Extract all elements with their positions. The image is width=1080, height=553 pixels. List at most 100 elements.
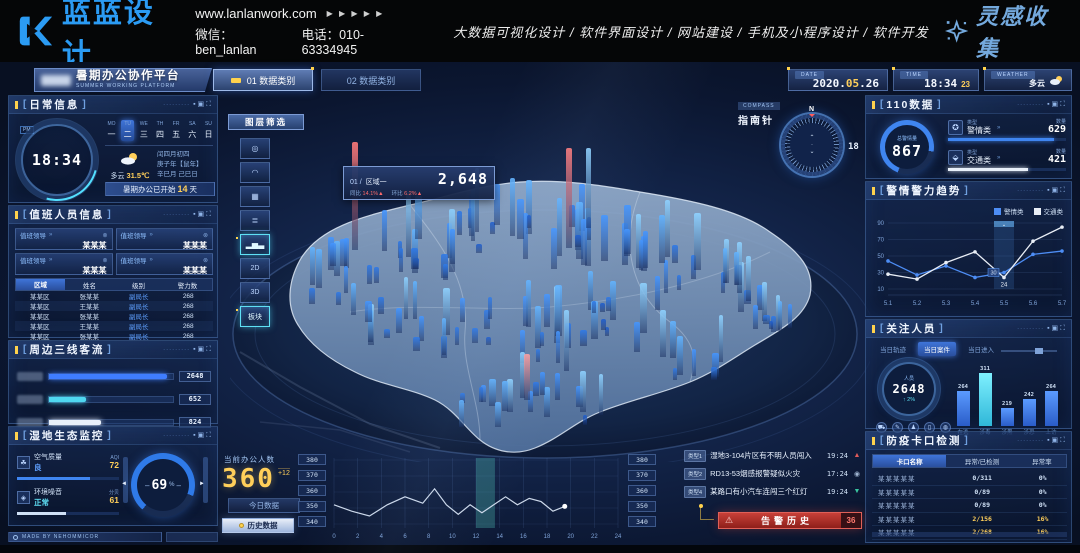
- duty-leader-card[interactable]: 值班领导»⊗某某某: [15, 228, 113, 250]
- svg-text:8: 8: [427, 534, 431, 540]
- svg-text:70: 70: [877, 238, 884, 244]
- svg-text:16: 16: [520, 534, 527, 540]
- arrows-decoration: ▶ ▶ ▶ ▶ ▶: [327, 9, 385, 18]
- layer-filter-title: 图层筛选: [228, 114, 304, 130]
- duty-leader-card[interactable]: 值班领导»⊗某某某: [116, 228, 214, 250]
- duty-leader-card[interactable]: 值班领导»⊗某某某: [15, 253, 113, 275]
- focus-bar: 264在逃: [956, 384, 971, 436]
- duty-table: 区域姓名级别警力数某某区张某某副局长268某某区王某某副局长268某某区张某某副…: [15, 278, 213, 341]
- tooltip-index: 01 /: [350, 179, 362, 186]
- checkpoint-row: 某某某某某0/890%: [872, 486, 1067, 500]
- tab-data-category-2[interactable]: 02 数据类别: [321, 69, 421, 91]
- today-data-button[interactable]: 今日数据: [228, 498, 300, 513]
- layer-button-radar[interactable]: ◠: [240, 162, 270, 183]
- svg-text:10: 10: [877, 287, 884, 293]
- focus-count-circle: 人员 2648 ↑ 2%: [882, 362, 936, 416]
- panel-window-icons[interactable]: ▪ ▣ ⛶: [1047, 186, 1065, 195]
- focus-tab-1[interactable]: 当日案件: [918, 342, 956, 356]
- city-3d-map[interactable]: [230, 162, 870, 462]
- focus-tab-2[interactable]: 当日进入: [962, 342, 1000, 356]
- svg-text:24: 24: [615, 534, 622, 540]
- svg-text:14: 14: [496, 534, 503, 540]
- weekday-th[interactable]: TH四: [153, 120, 166, 141]
- list-icon: ≣: [252, 216, 259, 225]
- layer-button-location-pin[interactable]: ◎: [240, 138, 270, 159]
- weekday-we[interactable]: WE三: [137, 120, 150, 141]
- sun-cloud-icon: [120, 152, 140, 165]
- svg-text:2: 2: [356, 534, 360, 540]
- platform-subtitle: SUMMER WORKING PLATFORM: [76, 84, 180, 89]
- trend-line-chart: 9070503010⌄30245.15.25.35.45.55.65.7: [870, 215, 1069, 315]
- compass-value: 18: [848, 142, 859, 152]
- alert-item[interactable]: 类型1湿地3-104片区有不明人员闯入19:24▲: [684, 448, 862, 463]
- svg-text:5.1: 5.1: [884, 301, 893, 307]
- compass[interactable]: N ⌃·⌄: [781, 114, 843, 176]
- panel-window-icons[interactable]: ▪ ▣ ⛶: [1047, 436, 1065, 445]
- layer-button-list[interactable]: ≣: [240, 210, 270, 231]
- weekday-mo[interactable]: MO一: [105, 120, 118, 141]
- focus-bar: 264上访: [1044, 384, 1059, 436]
- site-header: 蓝蓝设计 www.lanlanwork.com ▶ ▶ ▶ ▶ ▶ 微信：ben…: [0, 0, 1080, 62]
- checkpoint-row: 某某某某某0/890%: [872, 499, 1067, 513]
- y-axis-tick: 350: [298, 501, 326, 512]
- site-url[interactable]: www.lanlanwork.com: [195, 6, 316, 21]
- bus-icon: ⬙: [948, 150, 963, 165]
- office-count-value: 360: [222, 464, 275, 494]
- weekday-su[interactable]: SU日: [202, 120, 215, 141]
- y-axis-tick: 360: [628, 485, 656, 496]
- gauge-slider-right[interactable]: [203, 457, 208, 503]
- tab-data-category-1[interactable]: 01 数据类别: [213, 69, 313, 91]
- panel-window-icons[interactable]: ▪ ▣ ⛶: [1047, 324, 1065, 333]
- weekday-tu[interactable]: TU二: [121, 120, 134, 141]
- panel-window-icons[interactable]: ▪ ▣ ⛶: [193, 345, 211, 354]
- weekday-sa[interactable]: SA六: [186, 120, 199, 141]
- layer-button-bar-chart[interactable]: ▂▅▃: [240, 234, 270, 255]
- leaf-icon: ☘: [17, 456, 30, 469]
- date-label: DATE: [795, 71, 824, 79]
- svg-text:50: 50: [877, 254, 884, 260]
- panel-title: 110数据: [886, 97, 934, 112]
- panel-title: 日常信息: [29, 97, 79, 112]
- layer-button-grid[interactable]: ▦: [240, 186, 270, 207]
- layer-button-3d[interactable]: 3D: [240, 282, 270, 303]
- svg-text:⌄: ⌄: [1002, 222, 1006, 228]
- panel-window-icons[interactable]: ▪ ▣ ⛶: [193, 100, 211, 109]
- weekday-fr[interactable]: FR五: [170, 120, 183, 141]
- alert-history-banner[interactable]: ⚠ 告警历史 36: [718, 512, 862, 529]
- platform-title: 暑期办公协作平台: [76, 71, 180, 83]
- panel-window-icons[interactable]: ▪ ▣ ⛶: [1047, 100, 1065, 109]
- collect-label: 灵感收集: [976, 0, 1062, 63]
- layer-button-2d[interactable]: 2D: [240, 258, 270, 279]
- history-data-button[interactable]: 历史数据: [222, 518, 294, 533]
- alert-item[interactable]: 类型2RD13-53烟感报警疑似火灾17:24◉: [684, 466, 862, 481]
- inspiration-collect[interactable]: 灵感收集: [945, 0, 1062, 63]
- office-line-chart: 024681012141618202224: [330, 454, 622, 544]
- time-box: TIME 18:3423: [893, 69, 979, 91]
- focus-tab-0[interactable]: 当日轨迹: [874, 342, 912, 356]
- layer-filter-buttons: ◎ ◠ ▦ ≣ ▂▅▃ 2D 3D 板块: [240, 138, 270, 327]
- svg-text:22: 22: [591, 534, 598, 540]
- svg-text:18: 18: [544, 534, 551, 540]
- panel-window-icons[interactable]: ▪ ▣ ⛶: [193, 431, 211, 440]
- focus-chart-slider[interactable]: [1001, 350, 1057, 352]
- y-axis-tick: 370: [628, 470, 656, 481]
- checkpoint-header-0[interactable]: 卡口名称: [873, 455, 946, 467]
- y-axis-tick: 340: [628, 516, 656, 527]
- layer-button-blocks[interactable]: 板块: [240, 306, 270, 327]
- svg-text:5.2: 5.2: [913, 301, 922, 307]
- panel-title: 周边三线客流: [29, 342, 104, 357]
- data110-row-交通类: ⬙类型交通类»数量421: [948, 150, 1066, 171]
- focus-bar: 242涉恐: [1022, 392, 1037, 436]
- map-tooltip: 01 / 区域一 2,648 同比 14.1%▲ 环比 6.2%▲: [343, 166, 495, 200]
- cloud-icon: [1049, 75, 1063, 85]
- alert-list: 类型1湿地3-104片区有不明人员闯入19:24▲ 类型2RD13-53烟感报警疑…: [684, 448, 862, 502]
- office-y-axis-left: 380370360350340: [298, 454, 326, 527]
- noise-item: ◈ 环境噪音 正常 分贝61: [17, 487, 119, 515]
- duty-leader-card[interactable]: 值班领导»⊗某某某: [116, 253, 214, 275]
- focus-bar-chart: 264在逃311涉毒219涉黑242涉恐264上访: [948, 360, 1066, 436]
- gauge-slider-left[interactable]: [123, 457, 128, 503]
- svg-text:90: 90: [877, 221, 884, 227]
- alert-item[interactable]: 类型4某路口有小汽车连闯三个红灯19:24▼: [684, 484, 862, 499]
- panel-daily-info: [日常信息] ·········▪ ▣ ⛶ PM 18:34 MO一TU二WE三…: [8, 95, 218, 203]
- panel-window-icons[interactable]: ▪ ▣ ⛶: [193, 210, 211, 219]
